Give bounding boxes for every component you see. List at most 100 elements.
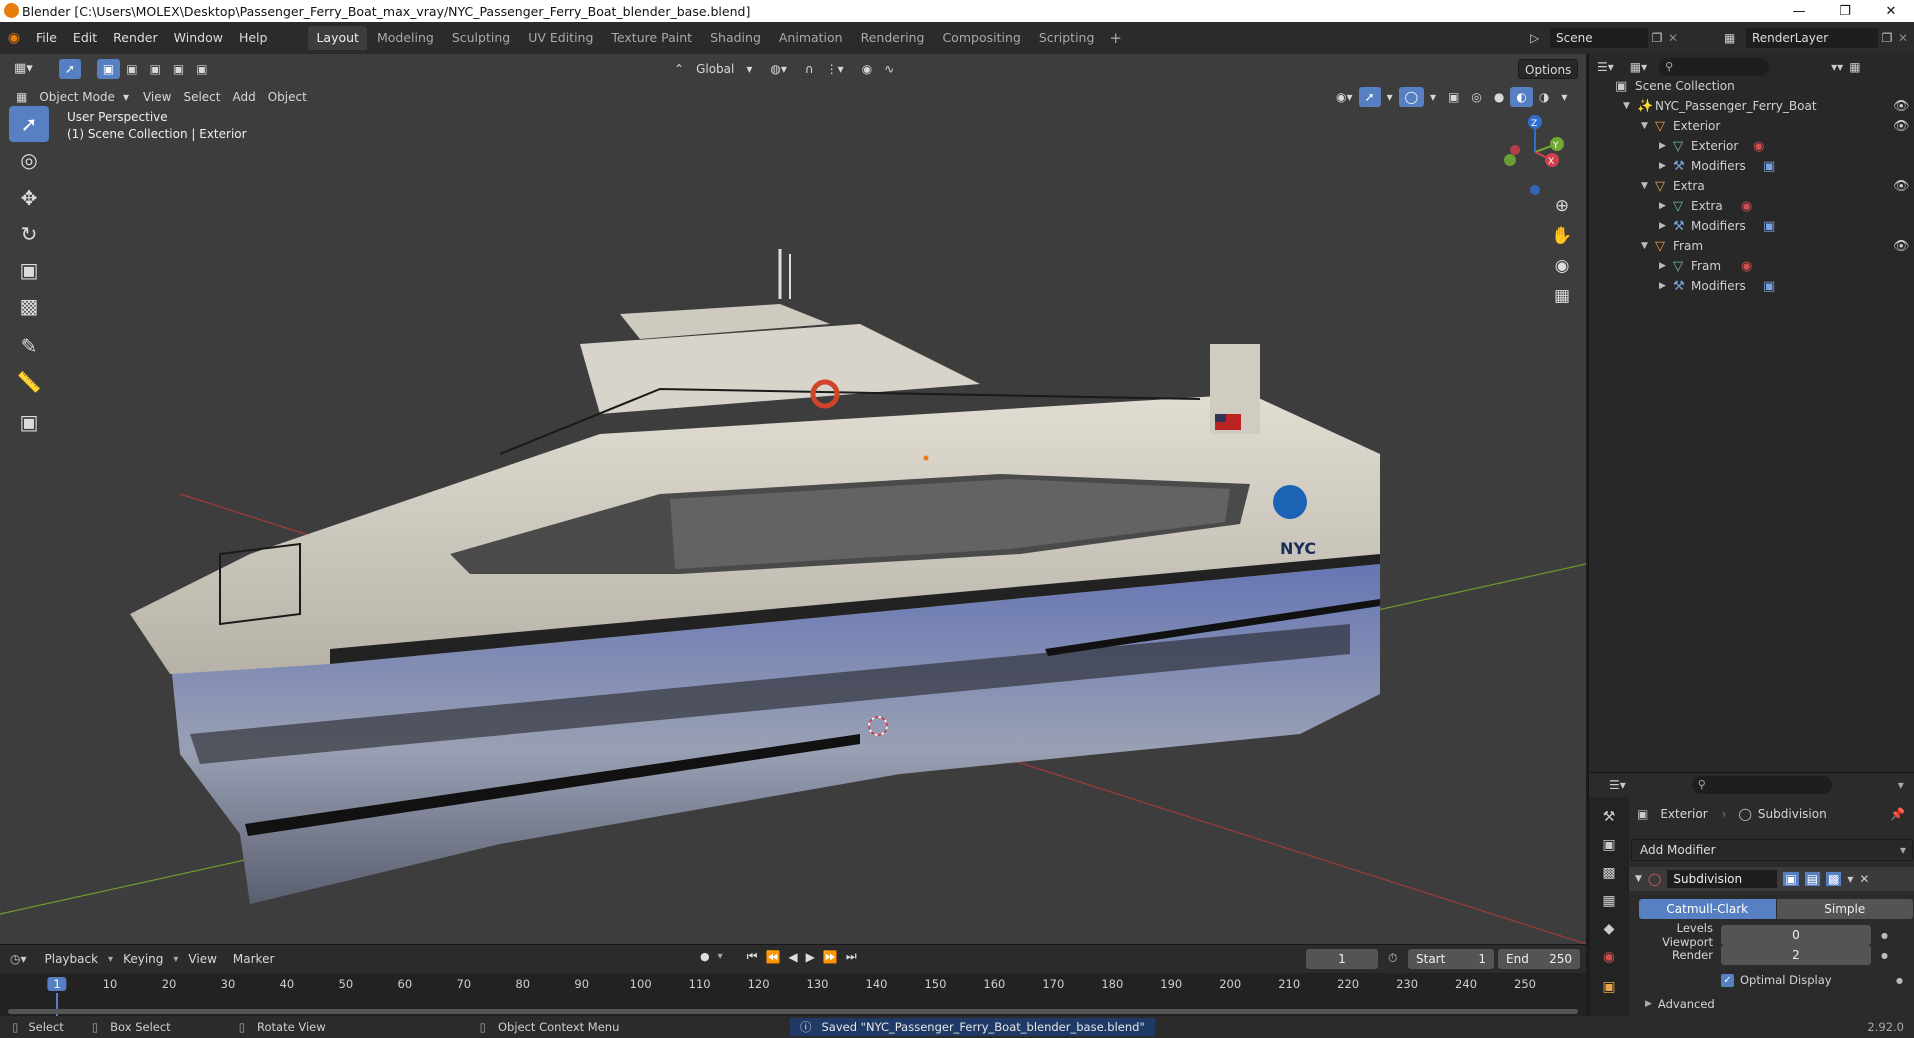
levels-viewport-field[interactable]: 0 [1721, 925, 1871, 945]
simple-tab[interactable]: Simple [1776, 899, 1913, 919]
outliner-row-modifiers[interactable]: ▶ ⚒ Modifiers ▣ [1589, 276, 1914, 296]
select-mode-icon[interactable]: ➚ [58, 59, 81, 79]
tab-scripting[interactable]: Scripting [1031, 26, 1103, 50]
timeline-ruler[interactable]: 1 10 20 30 40 50 60 70 80 90 100 110 120 130 140 150 160… [0, 973, 1586, 1017]
scene-remove-icon[interactable]: ✕ [1666, 31, 1680, 45]
outliner-row-ferry-collection[interactable]: ▼ ✨ NYC_Passenger_Ferry_Boat 👁 [1589, 96, 1914, 116]
zoom-icon[interactable]: ⊕ [1546, 192, 1578, 220]
eye-icon[interactable]: 👁 [1893, 239, 1910, 254]
chevron-right-icon[interactable]: ▶ [1659, 141, 1666, 151]
cursor-tool-icon[interactable]: ◎ [9, 142, 49, 178]
wireframe-shading-icon[interactable]: ◎ [1465, 87, 1487, 107]
menu-object[interactable]: Object [262, 87, 313, 107]
viewport-toggle-icon[interactable]: ▤ [1804, 872, 1821, 886]
scene-tab-icon[interactable]: ◆ [1597, 917, 1621, 941]
tool-tab-icon[interactable]: ⚒ [1597, 805, 1621, 829]
solid-shading-icon[interactable]: ● [1488, 87, 1510, 107]
advanced-subpanel[interactable]: ▶ Advanced [1645, 995, 1715, 1013]
menu-edit[interactable]: Edit [65, 22, 105, 54]
render-layer-selector[interactable]: ▦ RenderLayer ❐ ✕ [1724, 27, 1910, 49]
move-tool-icon[interactable]: ✥ [9, 180, 49, 216]
render-levels-field[interactable]: 2 [1721, 945, 1871, 965]
tab-shading[interactable]: Shading [702, 26, 769, 50]
menu-select[interactable]: Select [177, 87, 226, 107]
tab-compositing[interactable]: Compositing [934, 26, 1028, 50]
menu-marker[interactable]: Marker [227, 949, 280, 969]
properties-editor-icon[interactable]: ☰▾ [1609, 778, 1626, 792]
menu-keying[interactable]: Keying [117, 949, 169, 969]
stopwatch-icon[interactable]: ⏱ [1388, 951, 1397, 966]
render-layer-remove-icon[interactable]: ✕ [1896, 31, 1910, 45]
timeline-scrollbar[interactable] [8, 1009, 1578, 1014]
tab-animation[interactable]: Animation [771, 26, 851, 50]
chevron-down-icon[interactable]: ▾ [1555, 87, 1573, 107]
tab-rendering[interactable]: Rendering [853, 26, 933, 50]
chevron-down-icon[interactable]: ▾ [1898, 778, 1904, 792]
eye-icon[interactable]: 👁 [1893, 179, 1910, 194]
measure-tool-icon[interactable]: 📏 [9, 364, 49, 400]
menu-window[interactable]: Window [166, 22, 231, 54]
object-mode-dropdown[interactable]: Object Mode [33, 87, 121, 107]
navigation-gizmo[interactable]: Z Y X [1500, 110, 1570, 200]
keyframe-dot-icon[interactable]: ● [1881, 951, 1888, 960]
falloff-icon[interactable]: ∿ [878, 59, 900, 79]
annotate-tool-icon[interactable]: ✎ [9, 328, 49, 364]
select-box-icon[interactable]: ▣ [96, 59, 121, 79]
catmull-clark-tab[interactable]: Catmull-Clark [1639, 899, 1776, 919]
scale-tool-icon[interactable]: ▣ [9, 252, 49, 288]
outliner-search[interactable]: ⚲ [1659, 58, 1770, 76]
properties-search[interactable]: ⚲ [1691, 776, 1832, 794]
chevron-down-icon[interactable]: ▼ [1623, 101, 1630, 111]
chevron-down-icon[interactable]: ▼ [1641, 121, 1648, 131]
snap-target-icon[interactable]: ⋮▾ [820, 59, 850, 79]
perspective-toggle-icon[interactable]: ▦ [1546, 282, 1578, 310]
render-tab-icon[interactable]: ▣ [1597, 833, 1621, 857]
timeline-editor-icon[interactable]: ◷▾ [10, 952, 27, 966]
filter-icon[interactable]: ▾▾ [1831, 60, 1843, 74]
outliner-row-extra[interactable]: ▼ ▽ Extra 👁 [1589, 176, 1914, 196]
material-shading-icon[interactable]: ◐ [1510, 87, 1533, 107]
keyframe-dot-icon[interactable]: ● [1896, 976, 1903, 985]
menu-add[interactable]: Add [226, 87, 261, 107]
start-frame-field[interactable]: Start 1 [1408, 949, 1494, 969]
render-toggle-icon[interactable]: ▩ [1826, 872, 1842, 886]
menu-help[interactable]: Help [231, 22, 276, 54]
tab-texture-paint[interactable]: Texture Paint [603, 26, 700, 50]
gizmo-neg-z-icon[interactable] [1530, 185, 1540, 195]
auto-key-menu-icon[interactable]: ▾ [718, 951, 723, 962]
collapse-chevron-icon[interactable]: ▼ [1635, 874, 1642, 884]
visibility-icon[interactable]: ◉▾ [1330, 87, 1359, 107]
select-extend-icon[interactable]: ▣ [120, 59, 143, 79]
outliner-row-scene-collection[interactable]: ▣ Scene Collection [1589, 76, 1914, 96]
view-layer-tab-icon[interactable]: ▦ [1597, 889, 1621, 913]
blender-menu-icon[interactable]: ◉ [0, 30, 28, 46]
outliner-row-exterior-mesh[interactable]: ▶ ▽ Exterior ◉ [1589, 136, 1914, 156]
keyframe-dot-icon[interactable]: ● [1881, 931, 1888, 940]
tab-modeling[interactable]: Modeling [369, 26, 442, 50]
render-layer-copy-icon[interactable]: ❐ [1878, 31, 1896, 45]
transform-tool-icon[interactable]: ▩ [9, 288, 49, 324]
xray-icon[interactable]: ▣ [1442, 87, 1465, 107]
chevron-right-icon[interactable]: ▶ [1659, 161, 1666, 171]
menu-file[interactable]: File [28, 22, 65, 54]
select-intersect-icon[interactable]: ▣ [190, 59, 213, 79]
display-mode-icon[interactable]: ▦▾ [1630, 60, 1647, 74]
gizmo-neg-x-icon[interactable] [1510, 145, 1520, 155]
current-frame-field[interactable]: 1 [1306, 949, 1378, 969]
select-invert-icon[interactable]: ▣ [167, 59, 190, 79]
scene-selector[interactable]: ▷ Scene ❐ ✕ [1530, 27, 1680, 49]
tab-layout[interactable]: Layout [308, 26, 367, 50]
chevron-right-icon[interactable]: ▶ [1659, 261, 1666, 271]
proportional-edit-icon[interactable]: ◉ [856, 59, 878, 79]
outliner-row-fram[interactable]: ▼ ▽ Fram 👁 [1589, 236, 1914, 256]
gizmo-icon[interactable]: ➚ [1358, 87, 1381, 107]
overlay-icon[interactable]: ◯ [1398, 87, 1425, 107]
object-tab-icon[interactable]: ▣ [1597, 975, 1621, 999]
outliner-row-modifiers[interactable]: ▶ ⚒ Modifiers ▣ [1589, 216, 1914, 236]
menu-view[interactable]: View [182, 949, 222, 969]
rotate-tool-icon[interactable]: ↻ [9, 216, 49, 252]
camera-view-icon[interactable]: ◉ [1546, 252, 1578, 280]
chevron-right-icon[interactable]: ▶ [1659, 281, 1666, 291]
tab-uv-editing[interactable]: UV Editing [520, 26, 601, 50]
chevron-down-icon[interactable]: ▾ [1381, 87, 1399, 107]
